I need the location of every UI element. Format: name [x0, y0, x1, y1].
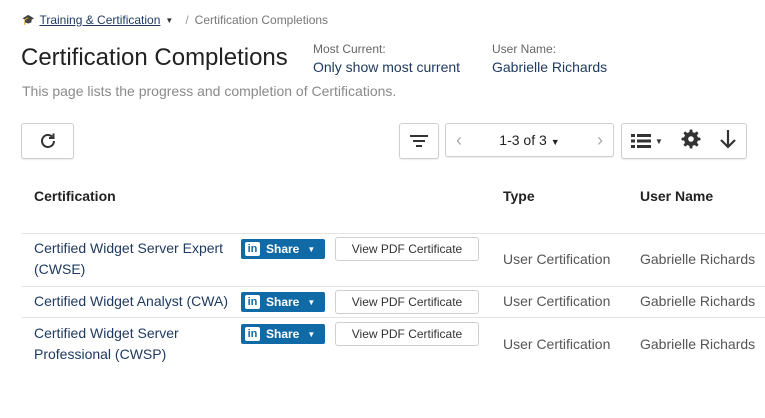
share-label: Share: [266, 242, 300, 256]
filter-icon: [410, 135, 428, 147]
user-name-filter: User Name: Gabrielle Richards: [492, 42, 607, 75]
linkedin-icon: in: [245, 242, 260, 256]
caret-down-icon: ▼: [307, 329, 316, 339]
view-pdf-button[interactable]: View PDF Certificate: [335, 237, 479, 261]
column-header-user-name[interactable]: User Name: [640, 188, 713, 204]
type-cell: User Certification: [503, 336, 611, 352]
breadcrumb-current: Certification Completions: [194, 13, 329, 27]
refresh-button[interactable]: [21, 123, 74, 159]
caret-down-icon: ▼: [307, 244, 316, 254]
list-view-icon: [631, 134, 651, 148]
download-button[interactable]: [719, 129, 737, 154]
filter-label: Most Current:: [313, 42, 386, 56]
linkedin-share-button[interactable]: in Share ▼: [241, 292, 325, 312]
view-pdf-button[interactable]: View PDF Certificate: [335, 290, 479, 314]
gear-icon: [681, 129, 701, 148]
filter-value: Only show most current: [313, 59, 461, 75]
page-title: Certification Completions: [21, 44, 288, 71]
linkedin-share-button[interactable]: in Share ▼: [241, 324, 325, 344]
view-pdf-button[interactable]: View PDF Certificate: [335, 322, 479, 346]
user-cell: Gabrielle Richards: [640, 293, 756, 309]
breadcrumb-separator: /: [185, 13, 189, 27]
linkedin-icon: in: [245, 327, 260, 341]
filter-label: User Name:: [492, 42, 557, 56]
breadcrumb-parent-link[interactable]: Training & Certification: [39, 13, 160, 27]
share-label: Share: [266, 327, 300, 341]
filter-button[interactable]: [399, 123, 439, 159]
most-current-filter: Most Current: Only show most current: [313, 42, 460, 75]
chevron-right-icon[interactable]: ›: [597, 130, 603, 151]
view-tools: ▼: [621, 123, 747, 159]
type-cell: User Certification: [503, 293, 611, 309]
row-divider: [22, 317, 765, 318]
pagination: ‹ 1-3 of 3 ▼ ›: [445, 123, 614, 157]
column-header-type[interactable]: Type: [503, 188, 535, 204]
chevron-left-icon[interactable]: ‹: [456, 130, 462, 151]
caret-down-icon: ▼: [550, 137, 560, 147]
linkedin-share-button[interactable]: in Share ▼: [241, 239, 325, 259]
pager-dropdown[interactable]: 1-3 of 3 ▼: [499, 132, 559, 148]
page-description: This page lists the progress and complet…: [22, 83, 397, 99]
caret-down-icon[interactable]: ▼: [165, 16, 173, 25]
download-arrow-icon: [720, 129, 736, 149]
row-divider: [22, 286, 765, 287]
user-cell: Gabrielle Richards: [640, 251, 756, 267]
header-divider: [22, 233, 765, 234]
type-cell: User Certification: [503, 251, 611, 267]
caret-down-icon: ▼: [655, 136, 663, 146]
breadcrumb: 🎓 Training & Certification ▼ / Certifica…: [22, 13, 328, 27]
share-label: Share: [266, 295, 300, 309]
user-cell: Gabrielle Richards: [640, 336, 756, 352]
certification-link[interactable]: Certified Widget Server Expert (CWSE): [34, 238, 234, 280]
refresh-icon: [40, 133, 55, 148]
graduation-cap-icon: 🎓: [22, 14, 35, 26]
column-header-certification[interactable]: Certification: [34, 188, 116, 204]
linkedin-icon: in: [245, 295, 260, 309]
pager-label: 1-3 of 3: [499, 132, 547, 148]
certification-link[interactable]: Certified Widget Server Professional (CW…: [34, 323, 224, 365]
caret-down-icon: ▼: [307, 297, 316, 307]
settings-button[interactable]: [681, 129, 701, 154]
certification-link[interactable]: Certified Widget Analyst (CWA): [34, 291, 244, 312]
list-view-button[interactable]: ▼: [631, 134, 663, 148]
filter-value: Gabrielle Richards: [492, 59, 608, 75]
